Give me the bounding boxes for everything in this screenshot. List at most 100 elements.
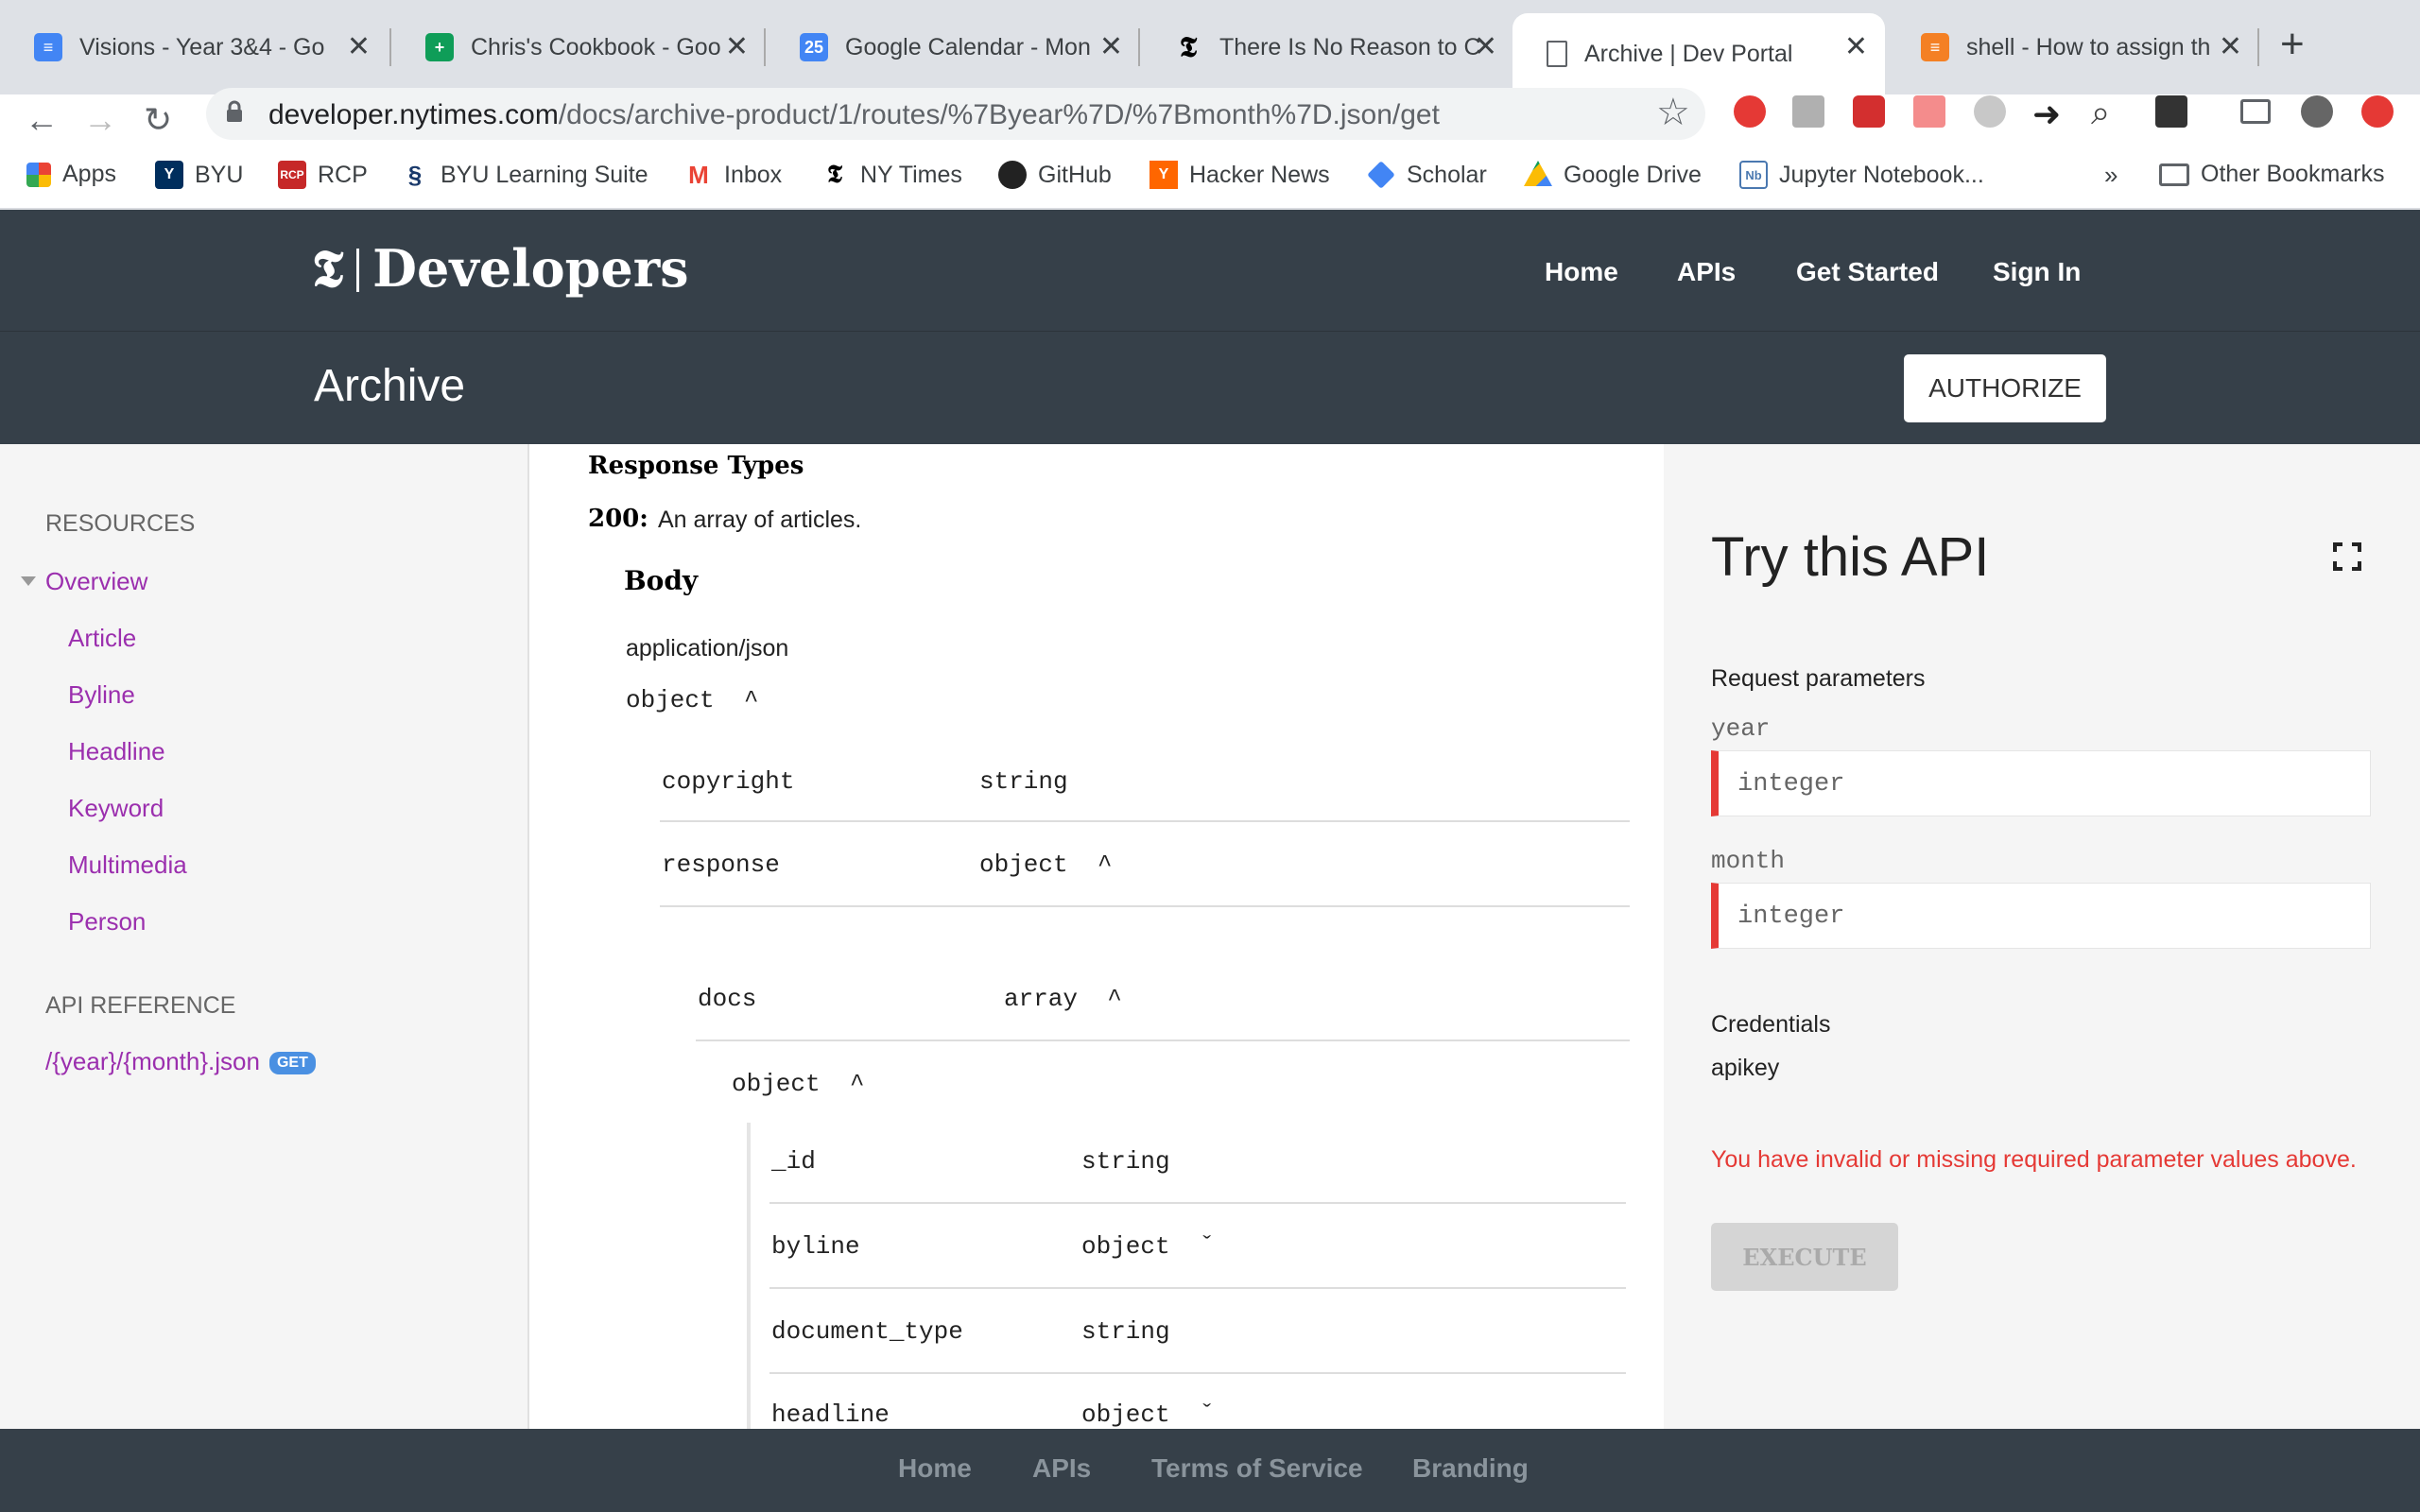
field-name: headline [771, 1400, 890, 1429]
field-type: object [1081, 1232, 1170, 1261]
sidebar-item-person[interactable]: Person [68, 907, 146, 936]
page-title: Archive [314, 361, 466, 411]
field-name: response [662, 850, 780, 879]
year-placeholder: integer [1737, 770, 1845, 799]
bookmark-label: GitHub [1038, 161, 1112, 188]
type-label: object [732, 1070, 821, 1098]
field-type: string [979, 767, 1068, 796]
bookmark-label: Other Bookmarks [2201, 161, 2385, 187]
drive-extension-icon[interactable] [1792, 95, 1824, 128]
bookmarks-overflow[interactable]: » [2104, 161, 2118, 190]
google-sheets-icon: + [425, 33, 454, 61]
sidebar-item-keyword[interactable]: Keyword [68, 794, 164, 823]
url-text[interactable]: developer.nytimes.com/docs/archive-produ… [268, 99, 1440, 131]
footer-branding[interactable]: Branding [1412, 1453, 1529, 1484]
nytimes-icon: 𝕿 [827, 160, 842, 189]
docs-array-toggle[interactable]: array ^ [1004, 985, 1122, 1013]
sidebar-item-article[interactable]: Article [68, 624, 136, 653]
headline-object-toggle[interactable]: object ˇ [1081, 1400, 1214, 1429]
tab-title: Visions - Year 3&4 - Go [79, 33, 325, 60]
sidebar-endpoint-link[interactable]: /{year}/{month}.json GET [45, 1047, 316, 1076]
close-tab-icon[interactable]: ✕ [725, 30, 749, 63]
bookmark-hacker-news[interactable]: Y Hacker News [1150, 161, 1330, 189]
browser-tab[interactable]: ≡ shell - How to assign th ✕ [1887, 17, 2259, 77]
field-type: string [1081, 1147, 1170, 1176]
validation-error: You have invalid or missing required par… [1711, 1146, 2357, 1173]
field-type: object [1081, 1400, 1170, 1429]
bookmark-scholar[interactable]: Scholar [1367, 161, 1487, 189]
bookmark-byu[interactable]: Y BYU [155, 161, 243, 189]
byline-object-toggle[interactable]: object ˇ [1081, 1232, 1214, 1261]
sidebar-item-byline[interactable]: Byline [68, 680, 135, 710]
bookmark-jupyter[interactable]: Nb Jupyter Notebook... [1739, 161, 1984, 189]
bookmark-nytimes[interactable]: 𝕿 NY Times [821, 161, 962, 189]
cat-extension-icon[interactable] [2155, 95, 2187, 128]
bookmark-rcp[interactable]: RCP RCP [278, 161, 368, 189]
browser-tab[interactable]: 𝕿 There Is No Reason to C ✕ [1140, 17, 1514, 77]
sidebar-item-overview[interactable]: Overview [45, 567, 147, 596]
bookmark-apps[interactable]: Apps [26, 161, 116, 188]
close-tab-icon[interactable]: ✕ [2219, 30, 2242, 63]
collapse-caret-icon: ^ [1107, 985, 1122, 1013]
row-divider [660, 905, 1630, 907]
browser-tab[interactable]: ≡ Visions - Year 3&4 - Go ✕ [0, 17, 388, 77]
close-tab-icon[interactable]: ✕ [1474, 30, 1497, 63]
adblock-extension-icon[interactable] [1734, 95, 1766, 128]
footer-home[interactable]: Home [898, 1453, 972, 1484]
share-arrow-icon[interactable]: ➜ [2032, 94, 2061, 134]
profile-avatar[interactable] [2301, 95, 2333, 128]
browser-tab-active[interactable]: Archive | Dev Portal ✕ [1512, 13, 1885, 94]
page-icon [1547, 41, 1567, 67]
close-tab-icon[interactable]: ✕ [1099, 30, 1123, 63]
cast-extension-icon[interactable] [1913, 95, 1945, 128]
authorize-button[interactable]: AUTHORIZE [1904, 354, 2106, 422]
forward-icon[interactable]: → [83, 100, 117, 140]
footer-terms[interactable]: Terms of Service [1151, 1453, 1363, 1484]
browser-tab[interactable]: + Chris's Cookbook - Goo ✕ [391, 17, 766, 77]
root-object-toggle[interactable]: object ^ [626, 686, 758, 714]
bookmark-other[interactable]: Other Bookmarks [2159, 161, 2385, 188]
nav-home[interactable]: Home [1545, 257, 1618, 287]
collapse-caret-icon: ^ [1097, 850, 1113, 879]
nav-sign-in[interactable]: Sign In [1993, 257, 2081, 287]
sidebar-item-multimedia[interactable]: Multimedia [68, 850, 187, 880]
execute-button[interactable]: EXECUTE [1711, 1223, 1898, 1291]
media-extension-icon[interactable] [1853, 95, 1885, 128]
close-tab-icon[interactable]: ✕ [347, 30, 371, 63]
folder-icon [2159, 163, 2189, 186]
scholar-icon [1367, 161, 1395, 189]
new-tab-icon[interactable]: + [2280, 21, 2305, 68]
footer-apis[interactable]: APIs [1032, 1453, 1091, 1484]
bookmark-inbox[interactable]: M Inbox [684, 161, 782, 189]
reload-icon[interactable]: ↻ [144, 100, 172, 140]
nav-get-started[interactable]: Get Started [1796, 257, 1939, 287]
browser-tabstrip: ≡ Visions - Year 3&4 - Go ✕ + Chris's Co… [0, 0, 2420, 94]
close-tab-icon[interactable]: ✕ [1844, 30, 1868, 63]
nav-apis[interactable]: APIs [1677, 257, 1736, 287]
bookmark-github[interactable]: GitHub [998, 161, 1112, 189]
nyt-developers-logo[interactable]: 𝕿 Developers [312, 238, 689, 300]
expand-caret-icon[interactable] [21, 576, 36, 586]
sidebar-item-headline[interactable]: Headline [68, 737, 165, 766]
circle-extension-icon[interactable] [1974, 95, 2006, 128]
year-input[interactable]: integer [1711, 750, 2371, 816]
credentials-label: Credentials [1711, 1011, 1831, 1038]
main-content: Response Types 200: An array of articles… [531, 444, 1664, 1429]
update-icon[interactable] [2361, 95, 2394, 128]
browser-tab[interactable]: 25 Google Calendar - Mon ✕ [766, 17, 1140, 77]
bookmark-byu-learning-suite[interactable]: § BYU Learning Suite [401, 161, 648, 189]
bookmark-star-icon[interactable]: ☆ [1656, 91, 1690, 134]
resources-heading: RESOURCES [45, 510, 196, 537]
response-object-toggle[interactable]: object ^ [979, 850, 1112, 879]
back-icon[interactable]: ← [25, 100, 59, 140]
field-type: string [1081, 1317, 1170, 1346]
bookmark-google-drive[interactable]: Google Drive [1524, 161, 1702, 189]
month-input[interactable]: integer [1711, 883, 2371, 949]
fullscreen-icon[interactable] [2333, 542, 2361, 571]
row-divider [660, 820, 1630, 822]
byu-icon: Y [155, 161, 183, 189]
docs-item-toggle[interactable]: object ^ [732, 1070, 864, 1098]
magnifier-icon[interactable]: ⌕ [2091, 93, 2110, 133]
cast-icon[interactable] [2240, 99, 2271, 124]
url-path: /docs/archive-product/1/routes/%7Byear%7… [558, 99, 1440, 130]
